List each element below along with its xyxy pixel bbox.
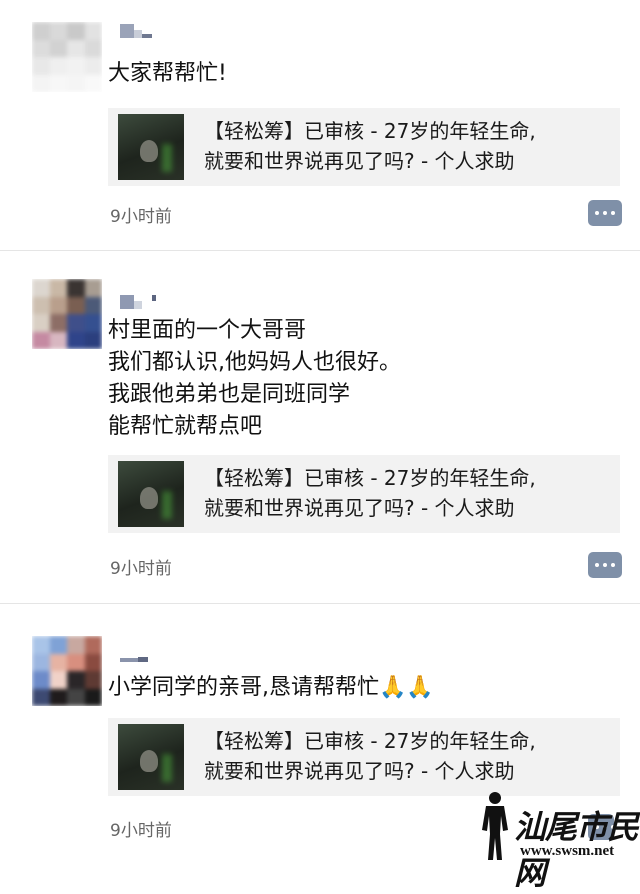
comment-dots-icon[interactable] — [588, 200, 622, 226]
shared-link-card[interactable]: 【轻松筹】已审核 - 27岁的年轻生命, 就要和世界说再见了吗? - 个人求助 — [108, 455, 620, 533]
post-text: 大家帮帮忙! — [108, 61, 227, 86]
avatar[interactable] — [32, 22, 102, 92]
blurred-avatar-image — [32, 279, 102, 349]
watermark-url: www.swsm.net — [520, 843, 615, 859]
moment-post-1: 大家帮帮忙! 【轻松筹】已审核 - 27岁的年轻生命, 就要和世界说再见了吗? … — [0, 0, 640, 250]
username-redacted[interactable] — [120, 24, 152, 38]
link-title: 【轻松筹】已审核 - 27岁的年轻生命, 就要和世界说再见了吗? - 个人求助 — [204, 466, 536, 520]
avatar[interactable] — [32, 636, 102, 706]
moment-post-2: 村里面的一个大哥哥 我们都认识,他妈妈人也很好。 我跟他弟弟也是同班同学 能帮忙… — [0, 251, 640, 603]
post-text: 小学同学的亲哥,恳请帮帮忙🙏🙏 — [108, 675, 434, 700]
silhouette-logo-icon — [482, 792, 508, 860]
username-redacted[interactable] — [120, 295, 156, 309]
post-timestamp: 9小时前 — [110, 207, 172, 227]
link-title: 【轻松筹】已审核 - 27岁的年轻生命, 就要和世界说再见了吗? - 个人求助 — [204, 119, 536, 173]
site-watermark: 汕尾市民网 www.swsm.net — [474, 790, 640, 892]
post-timestamp: 9小时前 — [110, 559, 172, 579]
blurred-avatar-image — [32, 22, 102, 92]
link-thumbnail-image — [118, 114, 184, 180]
blurred-avatar-image — [32, 636, 102, 706]
post-text: 村里面的一个大哥哥 我们都认识,他妈妈人也很好。 我跟他弟弟也是同班同学 能帮忙… — [108, 318, 401, 439]
link-title: 【轻松筹】已审核 - 27岁的年轻生命, 就要和世界说再见了吗? - 个人求助 — [204, 729, 536, 783]
shared-link-card[interactable]: 【轻松筹】已审核 - 27岁的年轻生命, 就要和世界说再见了吗? - 个人求助 — [108, 108, 620, 186]
comment-dots-icon[interactable] — [588, 552, 622, 578]
link-thumbnail-image — [118, 461, 184, 527]
link-thumbnail-image — [118, 724, 184, 790]
avatar[interactable] — [32, 279, 102, 349]
post-timestamp: 9小时前 — [110, 821, 172, 841]
username-redacted[interactable] — [120, 648, 148, 662]
shared-link-card[interactable]: 【轻松筹】已审核 - 27岁的年轻生命, 就要和世界说再见了吗? - 个人求助 — [108, 718, 620, 796]
